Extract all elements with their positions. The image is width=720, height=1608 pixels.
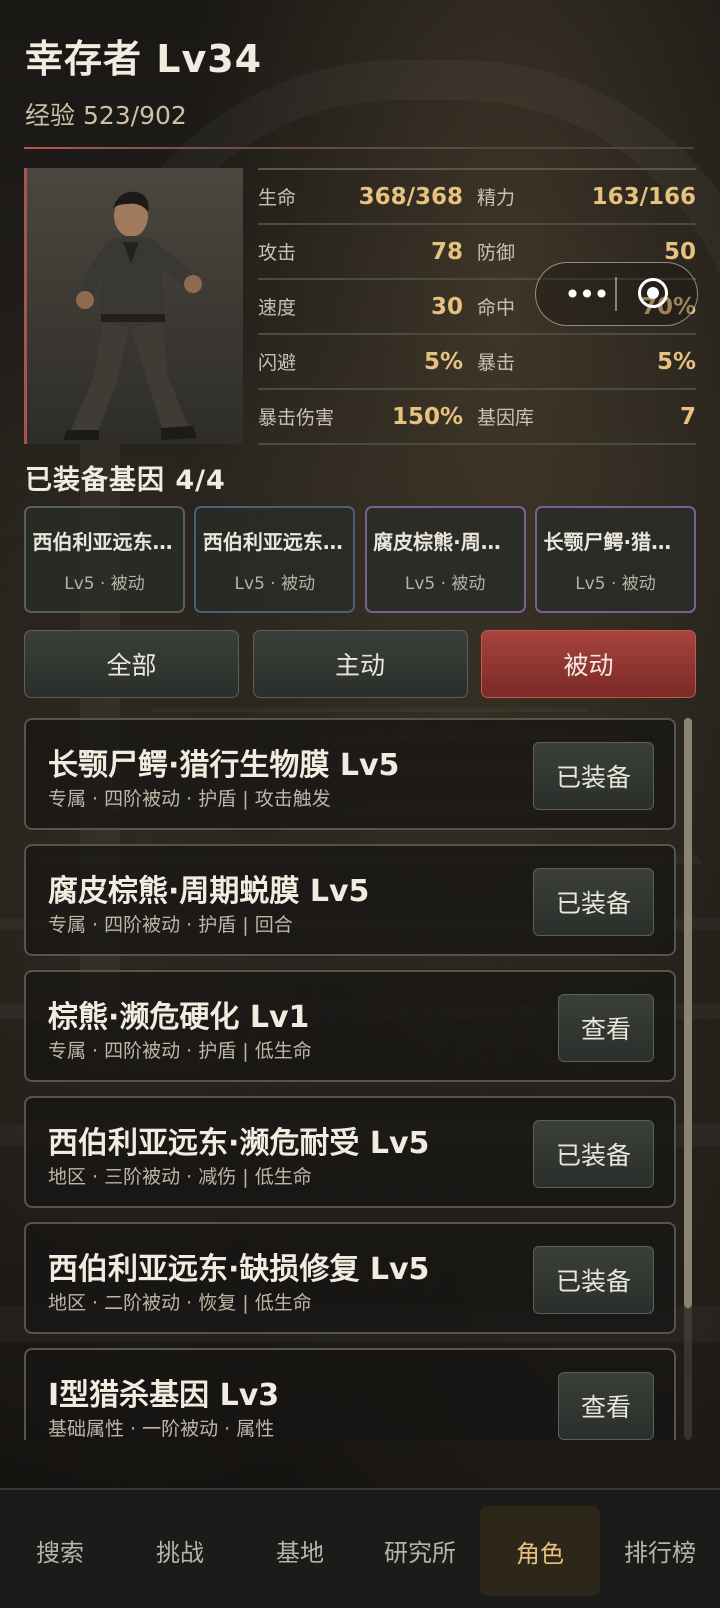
gene-description: 专属 · 四阶被动 · 护盾 | 低生命 xyxy=(48,1040,312,1062)
filter-all-button[interactable]: 全部 xyxy=(24,630,239,698)
stat-defense: 防御 50 xyxy=(477,238,696,265)
stat-value: 368/368 xyxy=(358,183,463,210)
miniprogram-capsule: ••• xyxy=(535,262,698,326)
stat-label: 基因库 xyxy=(477,407,535,429)
more-dots-icon[interactable]: ••• xyxy=(556,277,616,311)
stat-value: 150% xyxy=(391,403,463,430)
gene-name: 长颚尸鳄·猎行生物膜 Lv5 xyxy=(48,748,400,783)
tab-challenge[interactable]: 挑战 xyxy=(120,1490,240,1608)
gene-filter-tabs: 全部 主动 被动 xyxy=(24,630,696,698)
chip-name: 西伯利亚远东·缺损修复 xyxy=(32,529,177,554)
gene-description: 专属 · 四阶被动 · 护盾 | 回合 xyxy=(48,914,293,936)
gene-list[interactable]: 长颚尸鳄·猎行生物膜 Lv5 专属 · 四阶被动 · 护盾 | 攻击触发 已装备… xyxy=(24,718,676,1440)
stat-crit-damage: 暴击伤害 150% xyxy=(258,403,477,430)
gene-list-scrollbar-thumb[interactable] xyxy=(684,718,692,1308)
stat-row: 暴击伤害 150% 基因库 7 xyxy=(258,390,696,445)
stat-label: 攻击 xyxy=(258,242,297,264)
tab-search[interactable]: 搜索 xyxy=(0,1490,120,1608)
equipped-gene-chips: 西伯利亚远东·缺损修复 Lv5 · 被动 西伯利亚远东·濒危耐受 Lv5 · 被… xyxy=(24,506,696,613)
gene-name: Ⅰ型猎杀基因 Lv3 xyxy=(48,1378,280,1413)
equipped-gene-chip[interactable]: 腐皮棕熊·周期蜕膜 Lv5 · 被动 xyxy=(364,506,526,613)
page-title: 幸存者 Lv34 xyxy=(25,37,263,81)
equipped-gene-chip[interactable]: 长颚尸鳄·猎行生物膜 Lv5 · 被动 xyxy=(534,506,696,613)
stat-value: 50 xyxy=(663,238,696,265)
gene-description: 地区 · 三阶被动 · 减伤 | 低生命 xyxy=(48,1166,312,1188)
equipped-button[interactable]: 已装备 xyxy=(532,868,654,936)
stat-speed: 速度 30 xyxy=(258,293,477,320)
gene-description: 专属 · 四阶被动 · 护盾 | 攻击触发 xyxy=(48,788,331,810)
stat-row: 生命 368/368 精力 163/166 xyxy=(258,170,696,225)
stat-label: 精力 xyxy=(477,187,516,209)
header-divider xyxy=(24,147,694,149)
stat-value: 163/166 xyxy=(591,183,696,210)
view-button[interactable]: 查看 xyxy=(557,1372,654,1440)
stat-label: 暴击 xyxy=(477,352,516,374)
experience-label: 经验 523/902 xyxy=(25,101,187,130)
stat-attack: 攻击 78 xyxy=(258,238,477,265)
tab-base[interactable]: 基地 xyxy=(240,1490,360,1608)
stat-energy: 精力 163/166 xyxy=(477,183,696,210)
stat-gene-bank: 基因库 7 xyxy=(477,403,696,430)
filter-passive-button[interactable]: 被动 xyxy=(481,630,696,698)
gene-name: 西伯利亚远东·缺损修复 Lv5 xyxy=(48,1252,430,1287)
equipped-genes-title: 已装备基因 4/4 xyxy=(25,465,226,496)
stat-dodge: 闪避 5% xyxy=(258,348,477,375)
chip-level: Lv5 · 被动 xyxy=(404,573,486,594)
stat-hp: 生命 368/368 xyxy=(258,183,477,210)
chip-level: Lv5 · 被动 xyxy=(575,573,656,594)
gene-description: 基础属性 · 一阶被动 · 属性 xyxy=(48,1418,275,1440)
equipped-button[interactable]: 已装备 xyxy=(532,742,654,810)
stat-label: 防御 xyxy=(477,242,516,264)
gene-list-item: 西伯利亚远东·濒危耐受 Lv5 地区 · 三阶被动 · 减伤 | 低生命 已装备 xyxy=(24,1096,676,1208)
stat-label: 闪避 xyxy=(258,352,297,374)
gene-name: 腐皮棕熊·周期蜕膜 Lv5 xyxy=(48,874,370,909)
stat-label: 速度 xyxy=(258,297,297,319)
gene-list-item: 棕熊·濒危硬化 Lv1 专属 · 四阶被动 · 护盾 | 低生命 查看 xyxy=(24,970,676,1082)
equipped-button[interactable]: 已装备 xyxy=(532,1120,654,1188)
chip-name: 长颚尸鳄·猎行生物膜 xyxy=(543,529,687,554)
equipped-gene-chip[interactable]: 西伯利亚远东·濒危耐受 Lv5 · 被动 xyxy=(194,506,356,613)
survivor-portrait-icon xyxy=(27,168,243,444)
stat-row: 闪避 5% 暴击 5% xyxy=(258,335,696,390)
gene-name: 西伯利亚远东·濒危耐受 Lv5 xyxy=(48,1126,430,1161)
capsule-divider xyxy=(615,277,617,311)
view-button[interactable]: 查看 xyxy=(557,994,654,1062)
gene-name: 棕熊·濒危硬化 Lv1 xyxy=(48,1000,310,1035)
equipped-button[interactable]: 已装备 xyxy=(532,1246,654,1314)
tab-ranking[interactable]: 排行榜 xyxy=(600,1490,720,1608)
stat-crit: 暴击 5% xyxy=(477,348,696,375)
equipped-gene-chip[interactable]: 西伯利亚远东·缺损修复 Lv5 · 被动 xyxy=(24,506,185,613)
chip-level: Lv5 · 被动 xyxy=(64,573,145,594)
stat-label: 生命 xyxy=(258,187,297,209)
gene-description: 地区 · 二阶被动 · 恢复 | 低生命 xyxy=(48,1292,312,1314)
bottom-tab-bar: 搜索 挑战 基地 研究所 角色 排行榜 xyxy=(0,1488,720,1608)
stat-value: 5% xyxy=(656,348,696,375)
stat-value: 30 xyxy=(430,293,463,320)
gene-list-item: 腐皮棕熊·周期蜕膜 Lv5 专属 · 四阶被动 · 护盾 | 回合 已装备 xyxy=(24,844,676,956)
chip-name: 西伯利亚远东·濒危耐受 xyxy=(202,529,347,554)
character-portrait xyxy=(24,168,243,444)
gene-list-item: Ⅰ型猎杀基因 Lv3 基础属性 · 一阶被动 · 属性 查看 xyxy=(24,1348,676,1440)
gene-list-item: 长颚尸鳄·猎行生物膜 Lv5 专属 · 四阶被动 · 护盾 | 攻击触发 已装备 xyxy=(24,718,676,830)
chip-level: Lv5 · 被动 xyxy=(234,573,316,594)
stat-value: 7 xyxy=(679,403,696,430)
filter-active-button[interactable]: 主动 xyxy=(252,630,468,698)
tab-character[interactable]: 角色 xyxy=(480,1506,600,1596)
tab-research[interactable]: 研究所 xyxy=(360,1490,480,1608)
target-circle-icon[interactable] xyxy=(638,278,668,308)
chip-name: 腐皮棕熊·周期蜕膜 xyxy=(373,529,517,554)
stat-value: 5% xyxy=(423,348,463,375)
stat-label: 暴击伤害 xyxy=(258,407,335,429)
character-screen: 幸存者 Lv34 经验 523/902 生命 368/368 精力 163/16… xyxy=(0,0,720,1608)
stat-value: 78 xyxy=(430,238,463,265)
stat-label: 命中 xyxy=(477,297,516,319)
gene-list-item: 西伯利亚远东·缺损修复 Lv5 地区 · 二阶被动 · 恢复 | 低生命 已装备 xyxy=(24,1222,676,1334)
